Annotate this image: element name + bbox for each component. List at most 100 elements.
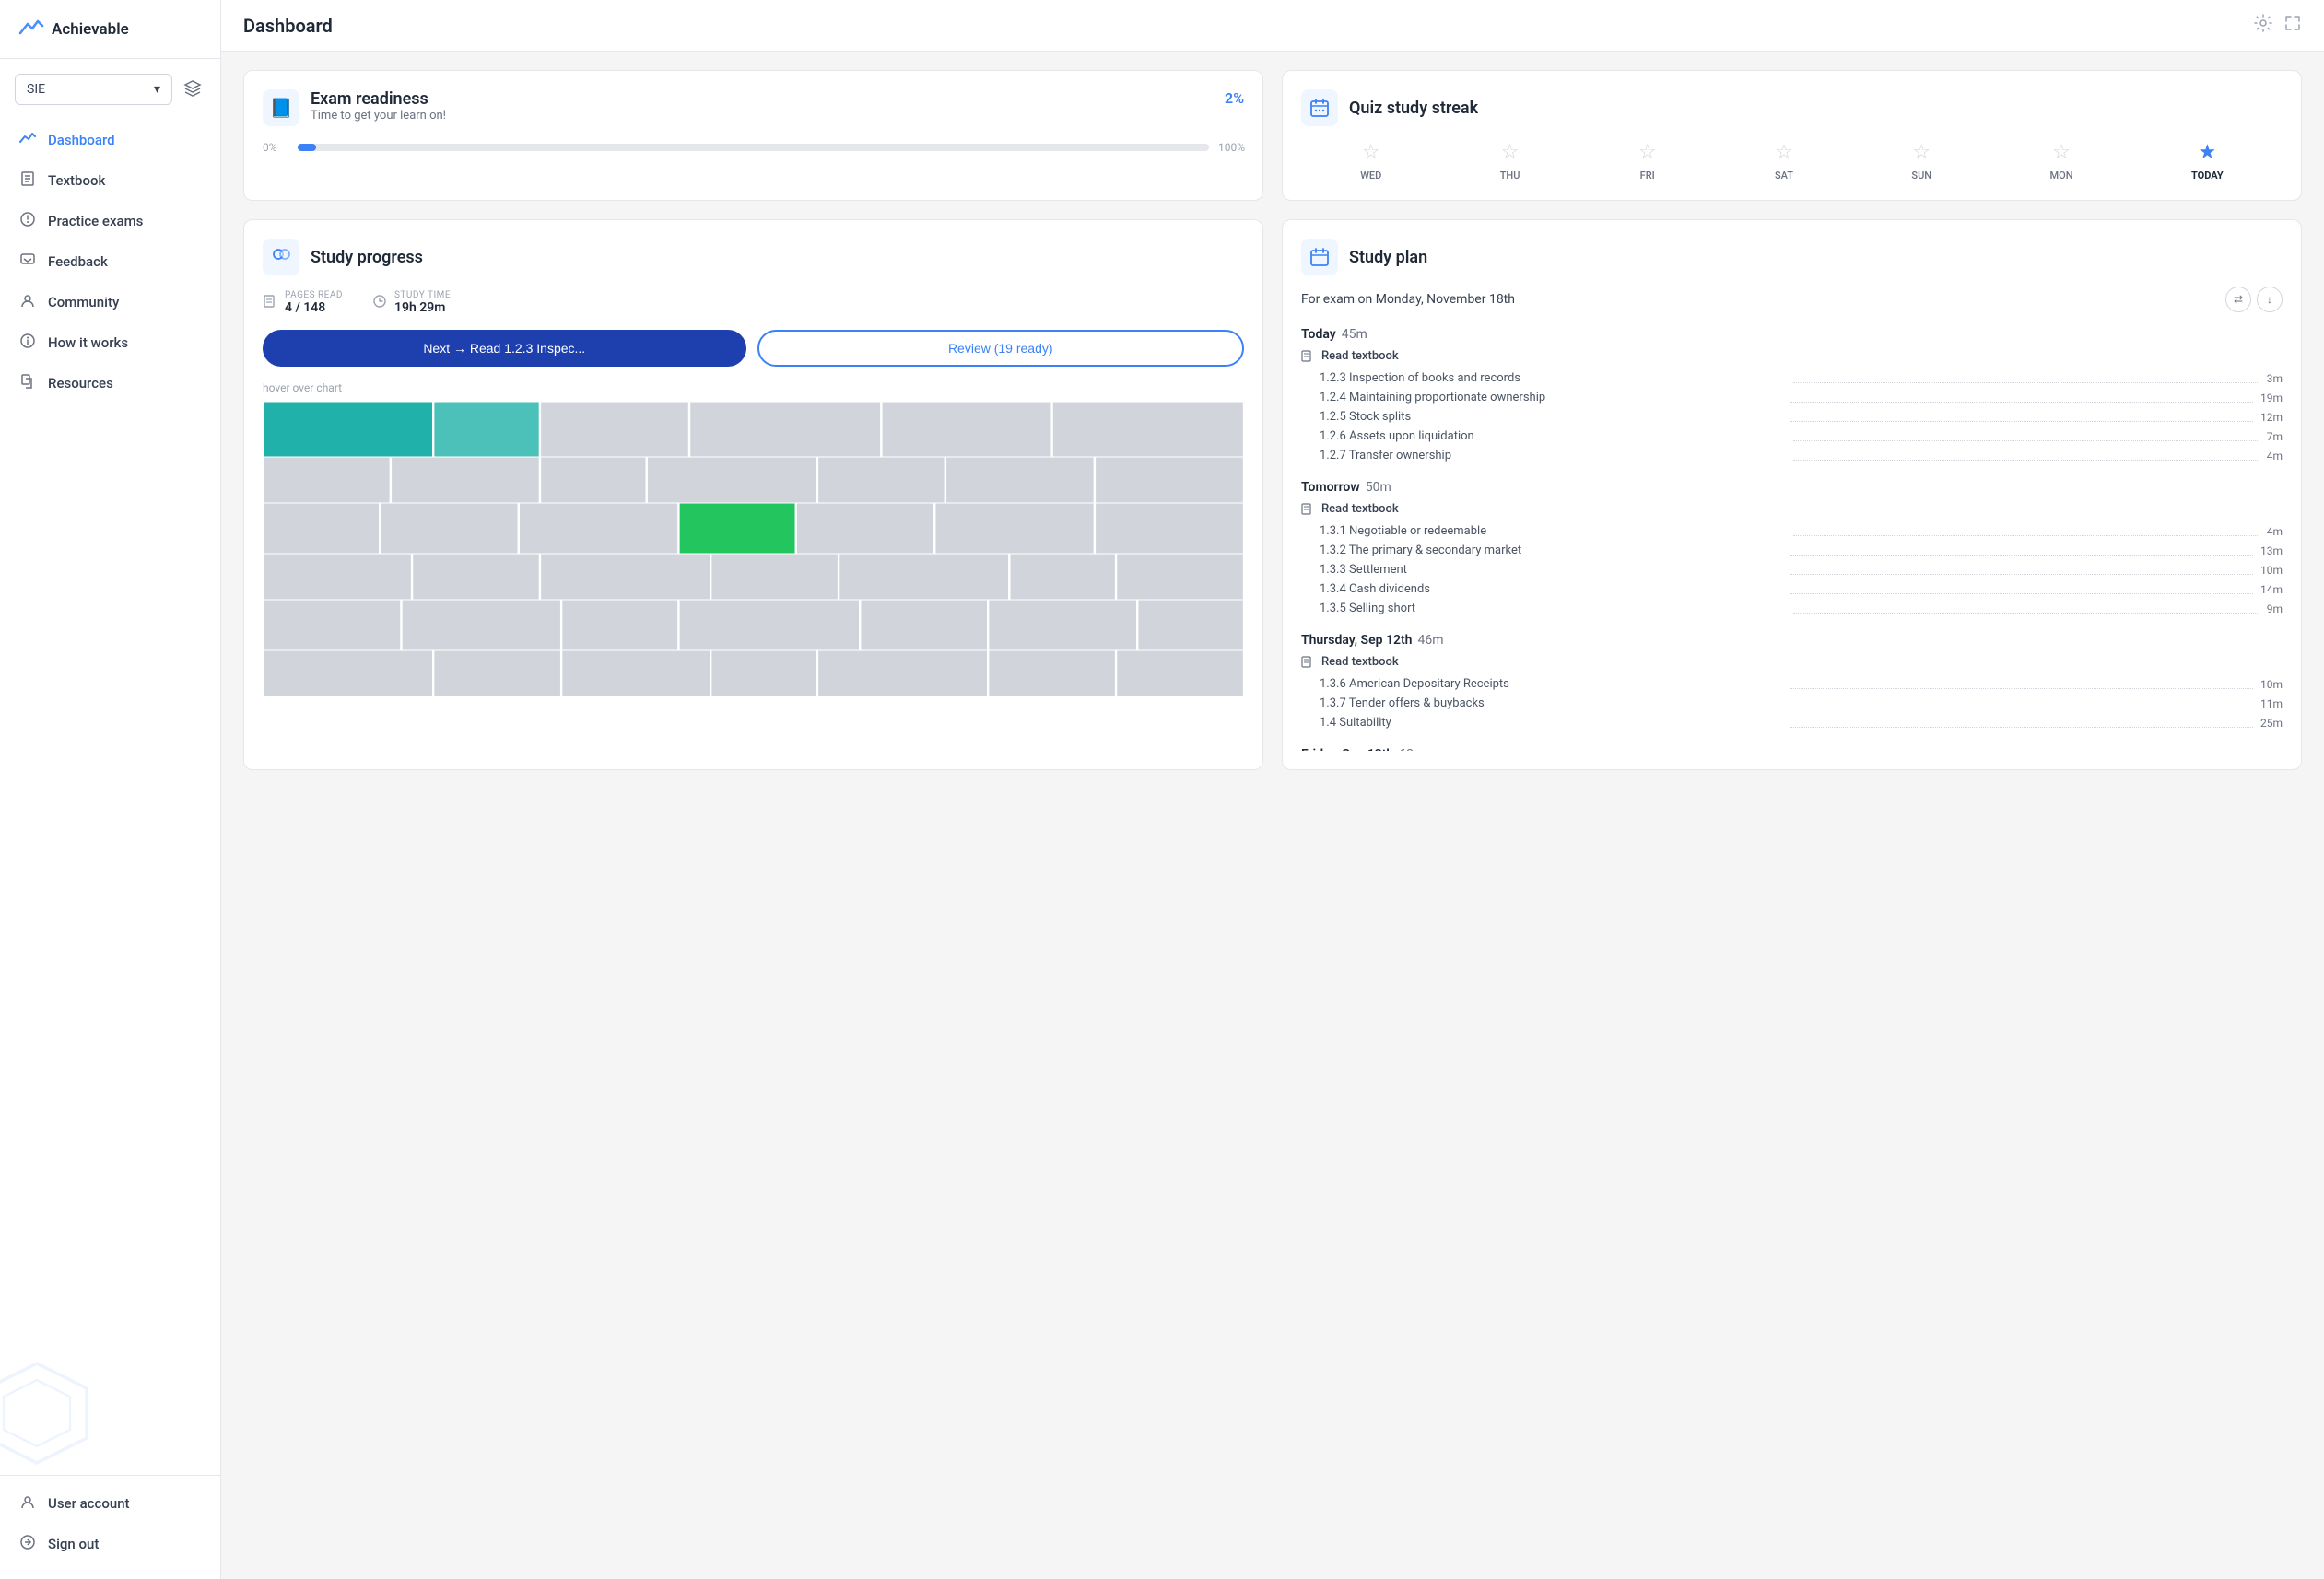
sidebar-item-textbook[interactable]: Textbook <box>0 160 220 201</box>
study-plan-title: Study plan <box>1349 248 1427 267</box>
day-label-mon: MON <box>2050 170 2073 181</box>
streak-day-wed: ☆ WED <box>1360 141 1381 181</box>
sidebar-item-label: Resources <box>48 375 113 392</box>
course-selector-row: SIE ▾ <box>0 59 220 112</box>
feedback-icon <box>18 251 37 272</box>
plan-item: 1.2.5 Stock splits 12m <box>1301 407 2283 427</box>
sidebar-item-label: Dashboard <box>48 132 115 148</box>
plan-day-thursday-label: Thursday, Sep 12th <box>1301 633 1413 648</box>
plan-item: 1.3.2 The primary & secondary market 13m <box>1301 541 2283 560</box>
plan-subsection-today-read: Read textbook <box>1301 349 2283 363</box>
sidebar-item-feedback[interactable]: Feedback <box>0 241 220 282</box>
clock-icon <box>372 294 387 312</box>
plan-item-text: 1.3.5 Selling short <box>1320 602 1786 615</box>
plan-item: 1.2.6 Assets upon liquidation 7m <box>1301 427 2283 446</box>
plan-item-dots <box>1790 719 2254 728</box>
streak-day-fri: ☆ FRI <box>1638 141 1657 181</box>
plan-item-time: 11m <box>2260 697 2283 710</box>
plan-subsection-thursday-read: Read textbook <box>1301 655 2283 669</box>
plan-item-dots <box>1790 699 2254 708</box>
plan-item-time: 4m <box>2267 450 2283 462</box>
streak-day-thu: ☆ THU <box>1500 141 1520 181</box>
quiz-streak-header: Quiz study streak <box>1301 89 2283 126</box>
user-account-icon <box>18 1493 37 1514</box>
plan-item: 1.3.4 Cash dividends 14m <box>1301 579 2283 599</box>
star-fri: ☆ <box>1638 141 1657 164</box>
plan-item-time: 7m <box>2267 430 2283 443</box>
plan-subsection-thursday-read-label: Read textbook <box>1321 655 1399 669</box>
plan-day-thursday: Thursday, Sep 12th 46m <box>1301 633 2283 648</box>
settings-icon[interactable] <box>2254 14 2272 37</box>
plan-item-time: 9m <box>2267 602 2283 615</box>
plan-item-text: 1.3.1 Negotiable or redeemable <box>1320 524 1786 538</box>
topbar-actions <box>2254 14 2302 37</box>
plan-item-time: 12m <box>2260 411 2283 424</box>
day-label-wed: WED <box>1360 170 1381 181</box>
plan-item-text: 1.2.7 Transfer ownership <box>1320 449 1786 462</box>
plan-day-today: Today 45m <box>1301 327 2283 342</box>
pages-read-info: PAGES READ 4 / 148 <box>285 290 343 315</box>
plan-subsection-tomorrow-read: Read textbook <box>1301 502 2283 516</box>
sidebar-item-how-it-works[interactable]: How it works <box>0 322 220 363</box>
plan-item-dots <box>1790 546 2254 556</box>
study-time-stat: STUDY TIME 19h 29m <box>372 290 451 315</box>
plan-item: 1.2.3 Inspection of books and records 3m <box>1301 368 2283 388</box>
sidebar-item-practice-exams[interactable]: Practice exams <box>0 201 220 241</box>
treemap-svg <box>263 402 1244 696</box>
sidebar-item-community[interactable]: Community <box>0 282 220 322</box>
plan-item-time: 13m <box>2260 544 2283 557</box>
plan-day-tomorrow-time: 50m <box>1366 480 1391 495</box>
sidebar-item-sign-out[interactable]: Sign out <box>0 1524 220 1564</box>
sidebar-item-label: Sign out <box>48 1536 99 1552</box>
plan-item-time: 4m <box>2267 525 2283 538</box>
exam-date-actions: ⇄ ↓ <box>2225 287 2283 312</box>
quiz-streak-icon <box>1301 89 1338 126</box>
pages-read-icon <box>263 294 277 312</box>
course-dropdown[interactable]: SIE ▾ <box>15 74 172 105</box>
plan-day-today-time: 45m <box>1342 327 1367 342</box>
progress-row: 0% 100% <box>263 141 1244 154</box>
progress-label-left: 0% <box>263 141 288 154</box>
sidebar: Achievable SIE ▾ Dashboard <box>0 0 221 1579</box>
plan-item-text: 1.3.6 American Depositary Receipts <box>1320 677 1783 691</box>
sidebar-item-label: User account <box>48 1495 130 1512</box>
study-progress-card: Study progress PAGES READ 4 / 148 <box>243 219 1263 770</box>
sidebar-bottom: User account Sign out <box>0 1475 220 1579</box>
next-read-button[interactable]: Next → Read 1.2.3 Inspec... <box>263 330 746 367</box>
pages-read-value: 4 / 148 <box>285 300 343 315</box>
sidebar-item-resources[interactable]: Resources <box>0 363 220 404</box>
sidebar-item-dashboard[interactable]: Dashboard <box>0 120 220 160</box>
exam-readiness-subtitle: Time to get your learn on! <box>311 109 446 123</box>
pages-read-stat: PAGES READ 4 / 148 <box>263 290 343 315</box>
plan-day-friday: Friday, Sep 13th 62m <box>1301 747 2283 751</box>
star-thu: ☆ <box>1501 141 1520 164</box>
plan-item-time: 25m <box>2260 717 2283 730</box>
plan-item-text: 1.4 Suitability <box>1320 716 1783 730</box>
sidebar-item-user-account[interactable]: User account <box>0 1483 220 1524</box>
plan-item-dots <box>1790 393 2254 403</box>
star-today: ★ <box>2198 141 2216 164</box>
plan-day-friday-time: 62m <box>1399 747 1425 751</box>
sidebar-item-label: Community <box>48 294 119 310</box>
quiz-streak-card: Quiz study streak ☆ WED ☆ THU ☆ FRI ☆ SA… <box>1282 70 2302 201</box>
review-button[interactable]: Review (19 ready) <box>757 330 1245 367</box>
chevron-down-icon: ▾ <box>154 82 160 97</box>
layers-icon[interactable] <box>180 75 205 104</box>
shuffle-button[interactable]: ⇄ <box>2225 287 2251 312</box>
streak-days: ☆ WED ☆ THU ☆ FRI ☆ SAT ☆ SUN <box>1301 141 2283 181</box>
plan-item-dots <box>1793 527 2259 536</box>
study-time-value: 19h 29m <box>394 300 451 315</box>
plan-item-dots <box>1793 374 2259 383</box>
plan-day-thursday-time: 46m <box>1418 633 1444 648</box>
download-button[interactable]: ↓ <box>2257 287 2283 312</box>
exam-readiness-header: 📘 Exam readiness Time to get your learn … <box>263 89 1244 126</box>
sidebar-nav: Dashboard Textbook Practice <box>0 112 220 1475</box>
plan-item-time: 14m <box>2260 583 2283 596</box>
study-stats: PAGES READ 4 / 148 STUDY TIME 1 <box>263 290 1244 315</box>
plan-day-tomorrow-label: Tomorrow <box>1301 480 1360 495</box>
sidebar-decoration <box>0 1358 92 1468</box>
plan-item-dots <box>1790 680 2254 689</box>
plan-item-text: 1.3.3 Settlement <box>1320 563 1783 577</box>
expand-icon[interactable] <box>2283 14 2302 37</box>
exam-readiness-card: 📘 Exam readiness Time to get your learn … <box>243 70 1263 201</box>
